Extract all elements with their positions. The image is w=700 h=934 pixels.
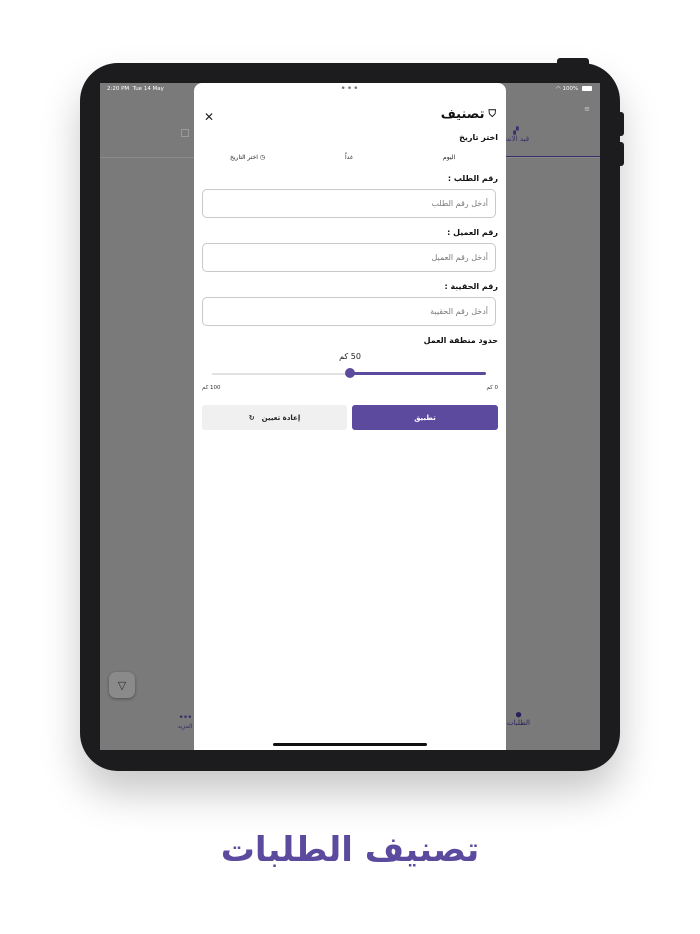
date-option-today[interactable]: اليوم bbox=[443, 154, 455, 161]
filter-fab-button[interactable]: ▽ bbox=[109, 672, 135, 698]
screen: 2:20 PM Tue 14 May ◠ 100% ≡ ▞ قيد الانت … bbox=[100, 83, 600, 750]
calendar-icon: ◷ bbox=[259, 154, 266, 161]
volume-down-button bbox=[619, 142, 624, 166]
date-option-tomorrow[interactable]: غداً bbox=[345, 154, 353, 161]
funnel-icon: ⛉ bbox=[488, 109, 497, 120]
refresh-icon: ↻ bbox=[248, 413, 255, 422]
close-icon[interactable]: ✕ bbox=[204, 110, 214, 124]
nav-more[interactable]: ••• المزيد bbox=[174, 713, 196, 730]
choose-date-label: اختر تاريخ bbox=[459, 133, 498, 142]
nav-more-label: المزيد bbox=[177, 723, 193, 730]
nav-orders-label: الطلبات bbox=[507, 719, 530, 727]
box-icon: ⬢ bbox=[515, 711, 522, 719]
page-caption: تصنيف الطلبات bbox=[220, 830, 480, 870]
power-button bbox=[557, 58, 589, 64]
battery-icon bbox=[582, 86, 592, 91]
slider-fill bbox=[350, 372, 486, 375]
reset-button-label: إعادة تعيين bbox=[261, 413, 301, 422]
sheet-title: ⛉ تصنيف bbox=[441, 107, 496, 122]
status-time: 2:20 PM bbox=[107, 86, 130, 92]
wifi-icon: ◠ bbox=[555, 86, 561, 92]
order-number-placeholder: أدخل رقم الطلب bbox=[431, 199, 488, 208]
apply-button[interactable]: تطبيق bbox=[352, 405, 498, 430]
bag-number-placeholder: أدخل رقم الحقيبة bbox=[430, 307, 488, 316]
checkbox-icon bbox=[181, 129, 189, 137]
filter-sheet: ••• ✕ ⛉ تصنيف اختر تاريخ اليوم غداً ◷ اخ… bbox=[194, 83, 506, 750]
client-number-placeholder: أدخل رقم العميل bbox=[431, 253, 488, 262]
battery-percent: 100% bbox=[562, 86, 579, 92]
bag-number-input[interactable]: أدخل رقم الحقيبة bbox=[202, 297, 496, 326]
client-number-input[interactable]: أدخل رقم العميل bbox=[202, 243, 496, 272]
work-area-label: حدود منطقة العمل bbox=[423, 336, 498, 345]
reset-button[interactable]: إعادة تعيين ↻ bbox=[202, 405, 347, 430]
more-icon: ••• bbox=[178, 713, 193, 723]
filter-icon: ▽ bbox=[117, 678, 127, 692]
status-date: Tue 14 May bbox=[132, 86, 164, 92]
date-option-pick-label: اختر التاريخ bbox=[230, 154, 258, 161]
nav-orders[interactable]: ⬢ الطلبات bbox=[507, 711, 530, 727]
slider-track[interactable] bbox=[212, 373, 350, 375]
slider-min-label: 0 كم bbox=[486, 385, 498, 391]
volume-up-button bbox=[619, 112, 624, 136]
slider-max-label: 100 كم bbox=[202, 385, 221, 391]
work-area-value: 50 كم bbox=[339, 352, 361, 361]
slider-thumb[interactable] bbox=[345, 368, 355, 378]
sheet-grabber[interactable]: ••• bbox=[194, 85, 506, 94]
client-number-label: رقم العميل : bbox=[447, 228, 498, 237]
sheet-title-text: تصنيف bbox=[440, 107, 485, 122]
date-option-pick[interactable]: ◷ اختر التاريخ bbox=[230, 154, 265, 161]
bag-number-label: رقم الحقيبة : bbox=[444, 282, 498, 291]
order-number-label: رقم الطلب : bbox=[447, 174, 498, 183]
menu-icon[interactable]: ≡ bbox=[584, 105, 590, 113]
order-number-input[interactable]: أدخل رقم الطلب bbox=[202, 189, 496, 218]
home-indicator bbox=[273, 743, 427, 746]
